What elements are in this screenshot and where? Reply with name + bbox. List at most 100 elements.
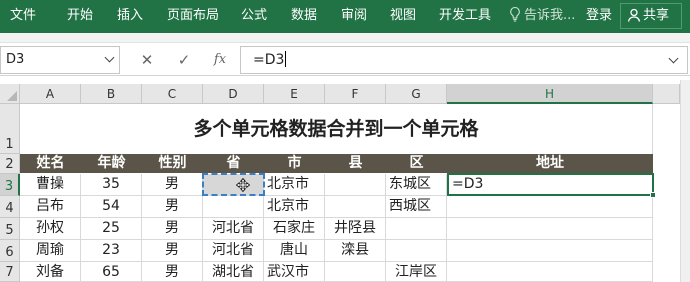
tab-review[interactable]: 审阅 — [341, 0, 367, 33]
fill-handle[interactable] — [650, 192, 656, 198]
table-cell[interactable] — [447, 240, 653, 262]
table-cell[interactable]: 男 — [142, 262, 203, 282]
ribbon-tab-bar: 文件 开始 插入 页面布局 公式 数据 审阅 视图 开发工具 告诉我... 登录… — [0, 0, 690, 33]
tab-insert[interactable]: 插入 — [117, 0, 143, 33]
share-button[interactable]: 共享 — [620, 3, 682, 29]
table-cell[interactable] — [325, 174, 386, 196]
table-cell[interactable] — [386, 240, 447, 262]
user-icon — [627, 8, 641, 22]
column-header-g[interactable]: G — [386, 84, 447, 104]
expand-formula-icon[interactable] — [668, 53, 679, 64]
header-address[interactable]: 地址 — [447, 154, 653, 173]
column-header-c[interactable]: C — [142, 84, 203, 104]
header-name[interactable]: 姓名 — [20, 154, 81, 173]
table-cell[interactable]: 男 — [142, 218, 203, 240]
table-cell[interactable]: 石家庄 — [264, 218, 325, 240]
header-province[interactable]: 省 — [203, 154, 264, 173]
row-header-5[interactable]: 5 — [0, 218, 20, 240]
table-cell[interactable]: 65 — [81, 262, 142, 282]
share-label: 共享 — [643, 8, 670, 23]
row-header-6[interactable]: 6 — [0, 240, 20, 262]
column-header-b[interactable]: B — [81, 84, 142, 104]
table-cell[interactable] — [203, 196, 264, 218]
login-link[interactable]: 登录 — [586, 0, 612, 31]
table-cell[interactable]: 54 — [81, 196, 142, 218]
formula-text: =D3 — [253, 52, 285, 68]
tab-data[interactable]: 数据 — [291, 0, 317, 33]
table-cell[interactable]: 滦县 — [325, 240, 386, 262]
table-cell[interactable]: 25 — [81, 218, 142, 240]
row-number: 3 — [4, 179, 14, 194]
tab-view[interactable]: 视图 — [390, 0, 416, 33]
check-icon[interactable]: ✓ — [173, 50, 195, 70]
table-header-row: 姓名 年龄 性别 省 市 县 区 地址 — [20, 154, 653, 173]
row-number: 5 — [5, 223, 14, 238]
name-box-value: D3 — [6, 52, 25, 67]
column-header-d[interactable]: D — [203, 84, 264, 104]
table-cell[interactable] — [447, 218, 653, 240]
table-cell[interactable]: 井陉县 — [325, 218, 386, 240]
tab-file[interactable]: 文件 — [10, 0, 36, 33]
row-header-7[interactable]: 7 — [0, 262, 20, 282]
formula-input[interactable]: =D3 — [240, 46, 688, 74]
table-cell[interactable]: 北京市 — [264, 196, 325, 218]
table-cell[interactable]: 湖北省 — [203, 262, 264, 282]
row-header-4[interactable]: 4 — [0, 196, 20, 218]
table-cell[interactable] — [447, 262, 653, 282]
close-icon[interactable]: ✕ — [136, 50, 158, 70]
referenced-cell-d3[interactable] — [202, 173, 265, 196]
sheet-title-cell[interactable]: 多个单元格数据合并到一个单元格 — [20, 104, 653, 154]
tab-home[interactable]: 开始 — [67, 0, 93, 33]
active-cell-h3[interactable]: =D3 — [447, 173, 656, 198]
table-cell[interactable]: 男 — [142, 196, 203, 218]
table-cell[interactable]: 东城区 — [386, 174, 447, 196]
tell-me-text: 告诉我... — [524, 8, 576, 23]
row-number: 6 — [5, 245, 14, 260]
row-header-1[interactable]: 1 — [0, 104, 20, 154]
table-cell[interactable]: 武汉市 — [264, 262, 325, 282]
tab-developer[interactable]: 开发工具 — [439, 0, 491, 33]
table-cell[interactable]: 23 — [81, 240, 142, 262]
header-age[interactable]: 年龄 — [81, 154, 142, 173]
name-box[interactable]: D3 — [0, 46, 120, 74]
row-header-2[interactable]: 2 — [0, 154, 20, 174]
table-cell[interactable]: 男 — [142, 240, 203, 262]
column-header-a[interactable]: A — [20, 84, 81, 104]
move-cursor-icon — [236, 178, 250, 192]
tab-page-layout[interactable]: 页面布局 — [167, 0, 219, 33]
table-cell[interactable]: 西城区 — [386, 196, 447, 218]
table-cell[interactable]: 男 — [142, 174, 203, 196]
header-district[interactable]: 区 — [386, 154, 447, 173]
header-gender[interactable]: 性别 — [142, 154, 203, 173]
select-all-corner[interactable] — [0, 84, 20, 104]
table-cell[interactable]: 孙权 — [20, 218, 81, 240]
header-city[interactable]: 市 — [264, 154, 325, 173]
tab-formulas[interactable]: 公式 — [241, 0, 267, 33]
chevron-down-icon[interactable] — [104, 52, 115, 63]
row-header-3[interactable]: 3 — [0, 174, 20, 196]
table-cell[interactable] — [386, 218, 447, 240]
table-cell[interactable]: 江岸区 — [386, 262, 447, 282]
table-cell[interactable]: 北京市 — [264, 174, 325, 196]
vertical-scrollbar[interactable] — [680, 80, 690, 282]
tell-me-search[interactable]: 告诉我... — [508, 0, 575, 33]
table-cell[interactable] — [325, 196, 386, 218]
column-header-next[interactable] — [653, 84, 680, 104]
table-cell[interactable]: 周瑜 — [20, 240, 81, 262]
table-cell[interactable]: 河北省 — [203, 218, 264, 240]
table-cell[interactable]: 吕布 — [20, 196, 81, 218]
table-cell[interactable]: 35 — [81, 174, 142, 196]
table-cell[interactable]: 河北省 — [203, 240, 264, 262]
row-number: 1 — [5, 137, 14, 152]
column-header-e[interactable]: E — [264, 84, 325, 104]
column-header-f[interactable]: F — [325, 84, 386, 104]
insert-function-button[interactable]: fx — [209, 50, 231, 70]
table-cell[interactable] — [447, 196, 653, 218]
table-cell[interactable] — [325, 262, 386, 282]
header-county[interactable]: 县 — [325, 154, 386, 173]
table-cell[interactable]: 曹操 — [20, 174, 81, 196]
table-cell[interactable]: 唐山 — [264, 240, 325, 262]
formula-bar: D3 ✕ ✓ fx =D3 — [0, 44, 690, 76]
table-cell[interactable]: 刘备 — [20, 262, 81, 282]
column-header-h[interactable]: H — [447, 84, 653, 104]
